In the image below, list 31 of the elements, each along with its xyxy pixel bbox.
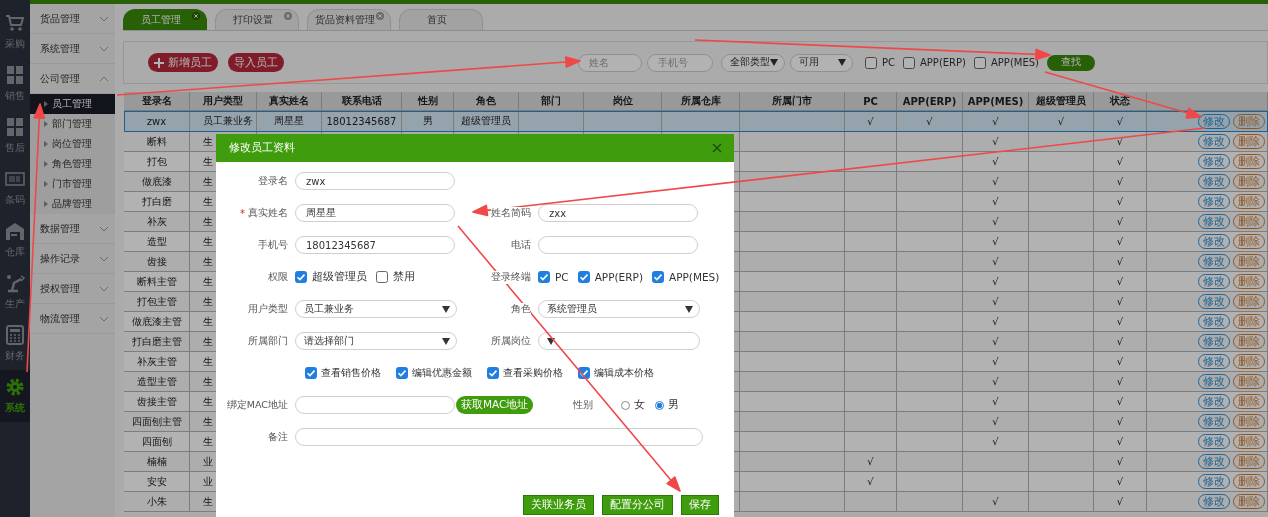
checkbox-label: 编辑优惠金额 <box>412 366 472 380</box>
checkbox-label: 编辑成本价格 <box>594 366 654 380</box>
table-cell: 小朱 <box>124 492 190 512</box>
field-label: 权限 <box>268 270 288 284</box>
checkbox-label: 禁用 <box>393 270 415 284</box>
radio-label: 男 <box>668 398 680 412</box>
table-cell: √ <box>1094 492 1147 512</box>
checkbox-label: PC <box>881 57 895 68</box>
field-label: 用户类型 <box>248 302 288 316</box>
field-label: 手机号 <box>258 238 288 252</box>
field-label: 姓名简码 <box>491 206 531 220</box>
checkbox-label: 查看销售价格 <box>321 366 381 380</box>
checkbox-label: 查看采购价格 <box>503 366 563 380</box>
table-cell: √ <box>963 492 1029 512</box>
checkbox-label: 超级管理员 <box>312 270 367 284</box>
checkbox-label: APP(ERP) <box>594 271 643 283</box>
field-label: 所属岗位 <box>491 334 531 348</box>
field-label: 绑定MAC地址 <box>226 398 288 412</box>
radio-label: 女 <box>634 398 646 412</box>
field-label: 备注 <box>268 430 288 444</box>
field-label: 真实姓名 <box>248 206 288 220</box>
field-label: 性别 <box>573 398 594 412</box>
checkbox-label: APP(MES) <box>669 271 720 283</box>
field-label: 电话 <box>511 238 531 252</box>
field-label: 角色 <box>511 302 531 316</box>
field-label: 登录终端 <box>491 270 531 284</box>
checkbox-label: APP(MES) <box>991 57 1039 68</box>
field-label: 登录名 <box>258 174 288 188</box>
checkbox-label: APP(ERP) <box>920 57 966 68</box>
checkbox-label: PC <box>555 271 569 283</box>
field-label: 所属部门 <box>248 334 288 348</box>
